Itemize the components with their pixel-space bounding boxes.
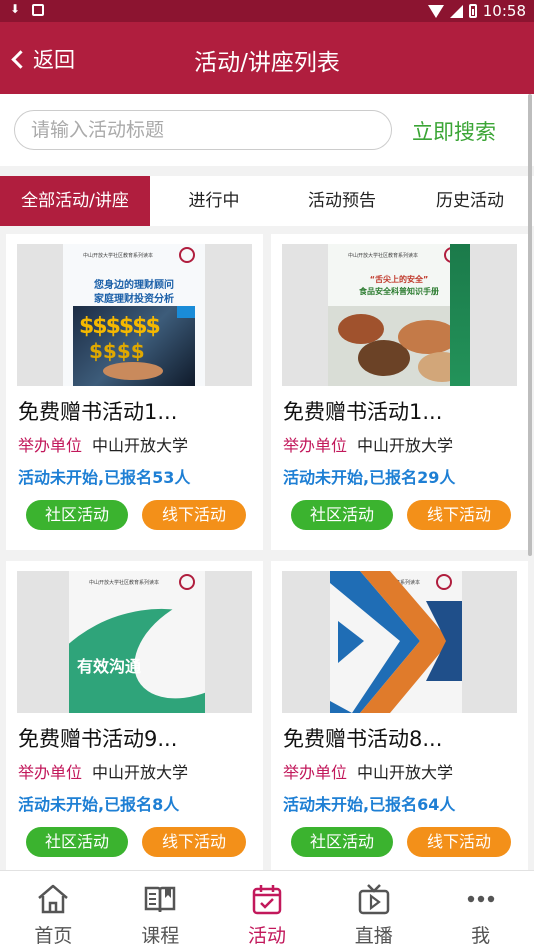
page-title: 活动/讲座列表 xyxy=(194,50,340,76)
calendar-check-icon xyxy=(252,885,282,915)
activity-card[interactable]: 中山开放大学社区教育系列读本 “舌尖上的安全” 食品安全科普知识手册 免费赠书活… xyxy=(271,234,528,550)
tab-history[interactable]: 历史活动 xyxy=(406,176,534,226)
community-tag[interactable]: 社区活动 xyxy=(26,500,128,530)
community-tag[interactable]: 社区活动 xyxy=(291,500,393,530)
activity-card[interactable]: 中山开放大学社区教育系列读本 免费赠书活动8... 举办单位中山开放大学 活动未… xyxy=(271,561,528,870)
image-notification-icon xyxy=(32,4,44,16)
community-tag[interactable]: 社区活动 xyxy=(291,827,393,857)
nav-live[interactable]: 直播 xyxy=(320,871,427,950)
status-bar: 10:58 xyxy=(0,0,534,22)
search-button[interactable]: 立即搜索 xyxy=(412,116,496,146)
tv-play-icon xyxy=(358,884,390,915)
signup-status: 活动未开始,已报名53人 xyxy=(18,468,191,487)
book-cover-image: 中山开放大学社区教育系列读本 xyxy=(330,571,462,713)
nav-activities[interactable]: 活动 xyxy=(214,871,321,950)
offline-tag[interactable]: 线下活动 xyxy=(407,500,511,530)
organizer: 举办单位 中山开放大学 xyxy=(18,763,189,782)
book-cover-image: 中山开放大学社区教育系列读本 “舌尖上的安全” 食品安全科普知识手册 xyxy=(328,244,470,386)
offline-tag[interactable]: 线下活动 xyxy=(142,827,246,857)
nav-courses[interactable]: 课程 xyxy=(107,871,214,950)
clock: 10:58 xyxy=(482,2,526,20)
scrollbar[interactable] xyxy=(528,94,532,556)
signup-status: 活动未开始,已报名8人 xyxy=(18,795,180,814)
book-cover: 中山开放大学社区教育系列读本 xyxy=(282,571,517,713)
card-title: 免费赠书活动1... xyxy=(18,400,178,424)
home-icon xyxy=(38,884,69,914)
nav-home[interactable]: 首页 xyxy=(0,871,107,950)
search-bar: 立即搜索 xyxy=(0,94,534,166)
card-title: 免费赠书活动1... xyxy=(283,400,443,424)
book-icon xyxy=(144,886,176,913)
wifi-icon xyxy=(427,4,444,18)
battery-icon xyxy=(468,4,477,18)
activity-card[interactable]: 中山开放大学社区教育系列读本 有效沟通 免费赠书活动9... 举办单位 中山开放大… xyxy=(6,561,263,870)
card-title: 免费赠书活动8... xyxy=(283,727,443,751)
download-icon xyxy=(10,2,22,17)
book-cover-image: 中山开放大学社区教育系列读本 有效沟通 xyxy=(69,571,205,713)
organizer: 举办单位 中山开放大学 xyxy=(283,763,454,782)
tab-upcoming[interactable]: 活动预告 xyxy=(278,176,406,226)
nav-me[interactable]: 我 xyxy=(427,871,534,950)
community-tag[interactable]: 社区活动 xyxy=(26,827,128,857)
signup-status: 活动未开始,已报名64人 xyxy=(283,795,456,814)
filter-tabs: 全部活动/讲座 进行中 活动预告 历史活动 xyxy=(0,176,534,226)
offline-tag[interactable]: 线下活动 xyxy=(407,827,511,857)
app-header: 返回 活动/讲座列表 xyxy=(0,22,534,94)
book-cover-image: 中山开放大学社区教育系列读本 您身边的理财顾问 家庭理财投资分析 $$$$$$ … xyxy=(63,244,205,386)
book-cover: 中山开放大学社区教育系列读本 有效沟通 xyxy=(17,571,252,713)
organizer: 举办单位 中山开放大学 xyxy=(18,436,189,455)
offline-tag[interactable]: 线下活动 xyxy=(142,500,246,530)
tab-ongoing[interactable]: 进行中 xyxy=(150,176,278,226)
book-cover: 中山开放大学社区教育系列读本 您身边的理财顾问 家庭理财投资分析 $$$$$$ … xyxy=(17,244,252,386)
tab-all[interactable]: 全部活动/讲座 xyxy=(0,176,150,226)
organizer: 举办单位 中山开放大学 xyxy=(283,436,454,455)
more-icon xyxy=(467,895,494,903)
book-cover: 中山开放大学社区教育系列读本 “舌尖上的安全” 食品安全科普知识手册 xyxy=(282,244,517,386)
card-title: 免费赠书活动9... xyxy=(18,727,178,751)
bottom-nav: 首页 课程 活动 直播 我 xyxy=(0,870,534,950)
activity-card[interactable]: 中山开放大学社区教育系列读本 您身边的理财顾问 家庭理财投资分析 $$$$$$ … xyxy=(6,234,263,550)
search-input[interactable] xyxy=(14,110,392,150)
signup-status: 活动未开始,已报名29人 xyxy=(283,468,456,487)
signal-icon xyxy=(449,4,463,18)
